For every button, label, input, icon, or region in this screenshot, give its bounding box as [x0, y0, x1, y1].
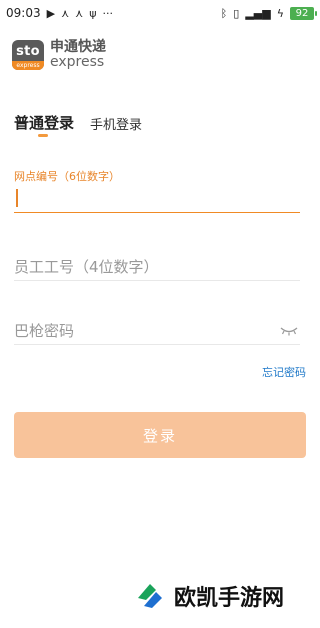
password-field[interactable]: 巴枪密码	[14, 316, 300, 345]
more-icon: ···	[102, 6, 113, 20]
status-bar: 09:03 ▶ ⋏ ⋏ ψ ··· ᛒ ▯ ▂▄▆ ϟ 92	[0, 0, 320, 26]
outlet-number-field[interactable]: 网点编号（6位数字）	[14, 168, 300, 213]
employee-id-field[interactable]: 员工工号（4位数字）	[14, 252, 300, 281]
tab-phone-login-label: 手机登录	[90, 118, 143, 133]
employee-id-input[interactable]: 员工工号（4位数字）	[14, 252, 300, 281]
password-input[interactable]: 巴枪密码	[14, 316, 300, 345]
signal-icon: ▂▄▆	[245, 6, 271, 20]
vibrate-icon: ▯	[233, 6, 240, 20]
battery-icon: 92	[290, 6, 317, 20]
employee-id-placeholder: 员工工号（4位数字）	[14, 257, 159, 276]
watermark-logo-icon	[138, 584, 162, 608]
tab-normal-login[interactable]: 普通登录	[14, 112, 75, 137]
tab-phone-login[interactable]: 手机登录	[90, 114, 142, 133]
brand-header: sto express 申通快递 express	[12, 40, 106, 70]
network-icon: ⋏	[75, 6, 84, 20]
outlet-number-input[interactable]	[14, 184, 300, 213]
eye-closed-icon[interactable]	[280, 326, 298, 336]
watermark-text: 欧凯手游网	[174, 586, 285, 611]
password-placeholder: 巴枪密码	[14, 321, 75, 340]
outlet-number-label: 网点编号（6位数字）	[14, 170, 120, 183]
login-tabs: 普通登录 手机登录	[14, 112, 142, 137]
charging-icon: ϟ	[276, 6, 284, 20]
logo-subtext: express	[12, 61, 44, 70]
forgot-password-link[interactable]: 忘记密码	[262, 364, 306, 380]
clock: 09:03	[6, 6, 41, 20]
network-icon: ⋏	[61, 6, 70, 20]
tab-normal-login-label: 普通登录	[14, 114, 75, 132]
login-button[interactable]: 登录	[14, 412, 306, 458]
brand-name-en: express	[50, 54, 105, 70]
bluetooth-icon: ᛒ	[220, 6, 228, 20]
text-cursor	[16, 189, 18, 207]
active-tab-indicator	[38, 134, 48, 137]
battery-level: 92	[295, 7, 309, 19]
usb-icon: ψ	[89, 6, 97, 20]
watermark: 欧凯手游网	[132, 578, 284, 614]
sto-logo: sto express	[12, 40, 44, 70]
play-icon: ▶	[46, 6, 56, 20]
logo-text: sto	[16, 44, 40, 59]
brand-name-cn: 申通快递	[50, 39, 106, 56]
